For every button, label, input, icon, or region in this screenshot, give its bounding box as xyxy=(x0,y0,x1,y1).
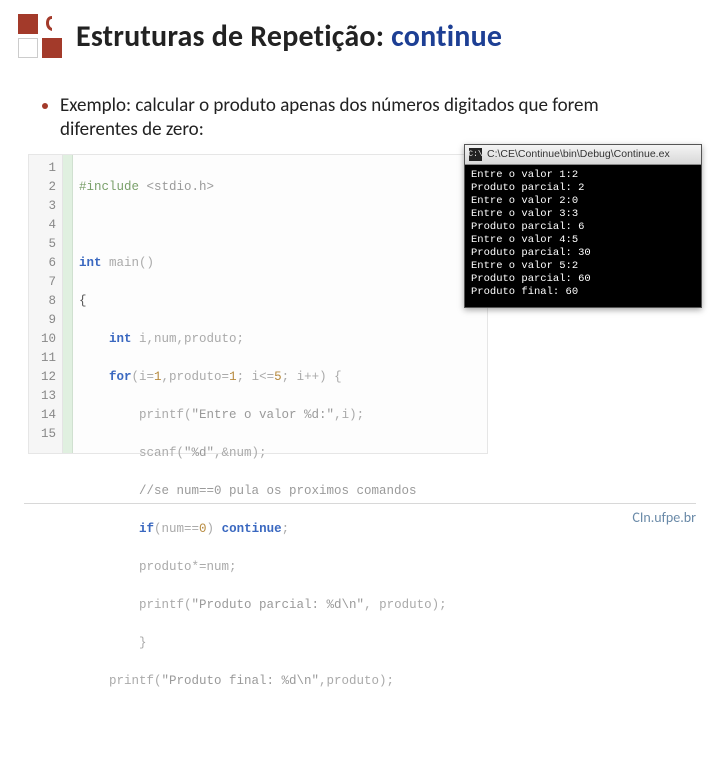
line-number: 2 xyxy=(29,178,56,197)
line-number: 15 xyxy=(29,425,56,444)
institution-logo xyxy=(18,14,62,58)
console-title: C:\CE\Continue\bin\Debug\Continue.ex xyxy=(487,148,670,160)
line-number: 12 xyxy=(29,368,56,387)
line-number-gutter: 1 2 3 4 5 6 7 8 9 10 11 12 13 14 15 xyxy=(29,155,63,453)
fold-bar xyxy=(63,155,73,453)
slide-header: Estruturas de Repetição: continue xyxy=(0,0,720,66)
footer-text: CIn.ufpe.br xyxy=(632,509,696,526)
bullet-item: Exemplo: calcular o produto apenas dos n… xyxy=(0,66,720,146)
footer-divider xyxy=(24,503,696,504)
bullet-text: Exemplo: calcular o produto apenas dos n… xyxy=(60,94,680,142)
line-number: 10 xyxy=(29,330,56,349)
console-titlebar: C:\ C:\CE\Continue\bin\Debug\Continue.ex xyxy=(465,145,701,165)
line-number: 11 xyxy=(29,349,56,368)
console-icon: C:\ xyxy=(469,148,482,161)
code-body: #include <stdio.h> int main() { int i,nu… xyxy=(73,155,453,453)
title-keyword: continue xyxy=(391,18,502,55)
bullet-icon xyxy=(42,103,48,109)
line-number: 7 xyxy=(29,273,56,292)
line-number: 5 xyxy=(29,235,56,254)
line-number: 9 xyxy=(29,311,56,330)
console-output: Entre o valor 1:2 Produto parcial: 2 Ent… xyxy=(465,165,701,307)
line-number: 6 xyxy=(29,254,56,273)
line-number: 13 xyxy=(29,387,56,406)
line-number: 1 xyxy=(29,159,56,178)
console-window: C:\ C:\CE\Continue\bin\Debug\Continue.ex… xyxy=(464,144,702,308)
line-number: 4 xyxy=(29,216,56,235)
code-editor: 1 2 3 4 5 6 7 8 9 10 11 12 13 14 15 #inc… xyxy=(28,154,488,454)
line-number: 14 xyxy=(29,406,56,425)
title-text: Estruturas de Repetição: xyxy=(76,18,391,55)
slide-title: Estruturas de Repetição: continue xyxy=(76,18,502,55)
content-area: 1 2 3 4 5 6 7 8 9 10 11 12 13 14 15 #inc… xyxy=(28,154,696,464)
line-number: 3 xyxy=(29,197,56,216)
line-number: 8 xyxy=(29,292,56,311)
